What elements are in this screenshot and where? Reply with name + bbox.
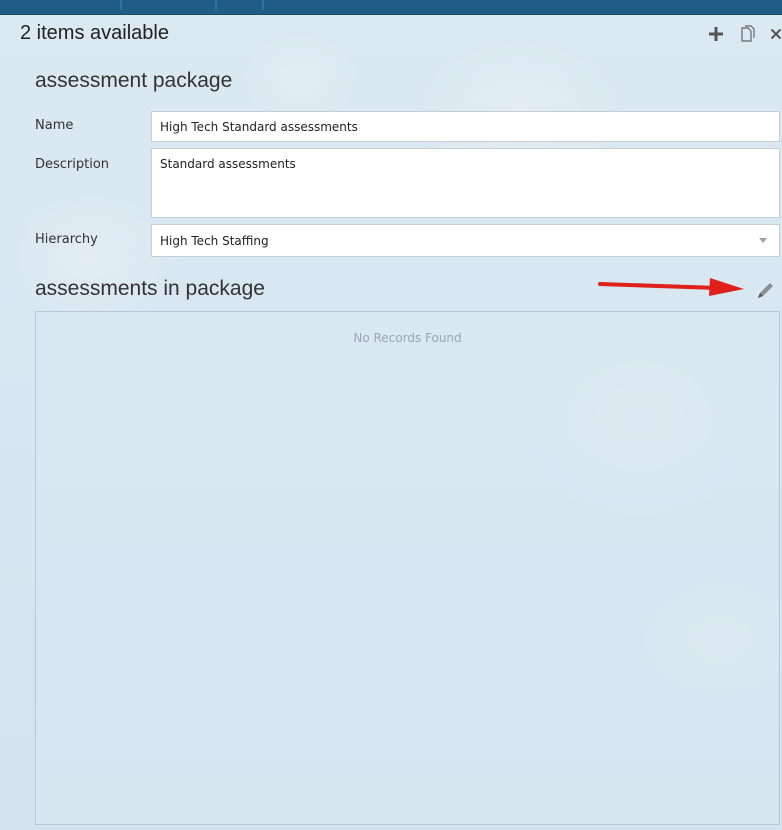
top-bar-divider	[262, 0, 264, 10]
edit-assessments-button[interactable]	[754, 280, 776, 302]
panel-header: 2 items available	[20, 22, 782, 50]
top-bar-divider	[215, 0, 217, 10]
copy-button[interactable]	[738, 24, 758, 44]
hierarchy-select[interactable]: High Tech Staffing	[151, 224, 780, 257]
panel-toolbar	[706, 24, 782, 44]
top-bar-divider	[120, 0, 122, 10]
items-available-title: 2 items available	[20, 22, 169, 44]
plus-icon	[709, 27, 723, 41]
add-button[interactable]	[706, 24, 726, 44]
name-label: Name	[35, 118, 74, 133]
pencil-icon	[758, 283, 773, 298]
assessment-package-title: assessment package	[35, 69, 233, 92]
chevron-down-icon	[759, 238, 767, 243]
assessments-grid: No Records Found	[35, 311, 780, 825]
assessments-in-package-title: assessments in package	[35, 277, 265, 300]
red-arrow-annotation	[598, 278, 744, 296]
name-field[interactable]: High Tech Standard assessments	[151, 111, 780, 142]
hierarchy-label: Hierarchy	[35, 232, 98, 247]
close-button[interactable]	[770, 24, 782, 44]
copy-icon	[741, 25, 755, 42]
close-icon	[770, 28, 782, 40]
hierarchy-selected-value: High Tech Staffing	[160, 234, 269, 248]
description-label: Description	[35, 157, 110, 172]
description-field[interactable]: Standard assessments	[151, 148, 780, 218]
top-bar	[0, 0, 782, 15]
no-records-message: No Records Found	[353, 331, 462, 345]
